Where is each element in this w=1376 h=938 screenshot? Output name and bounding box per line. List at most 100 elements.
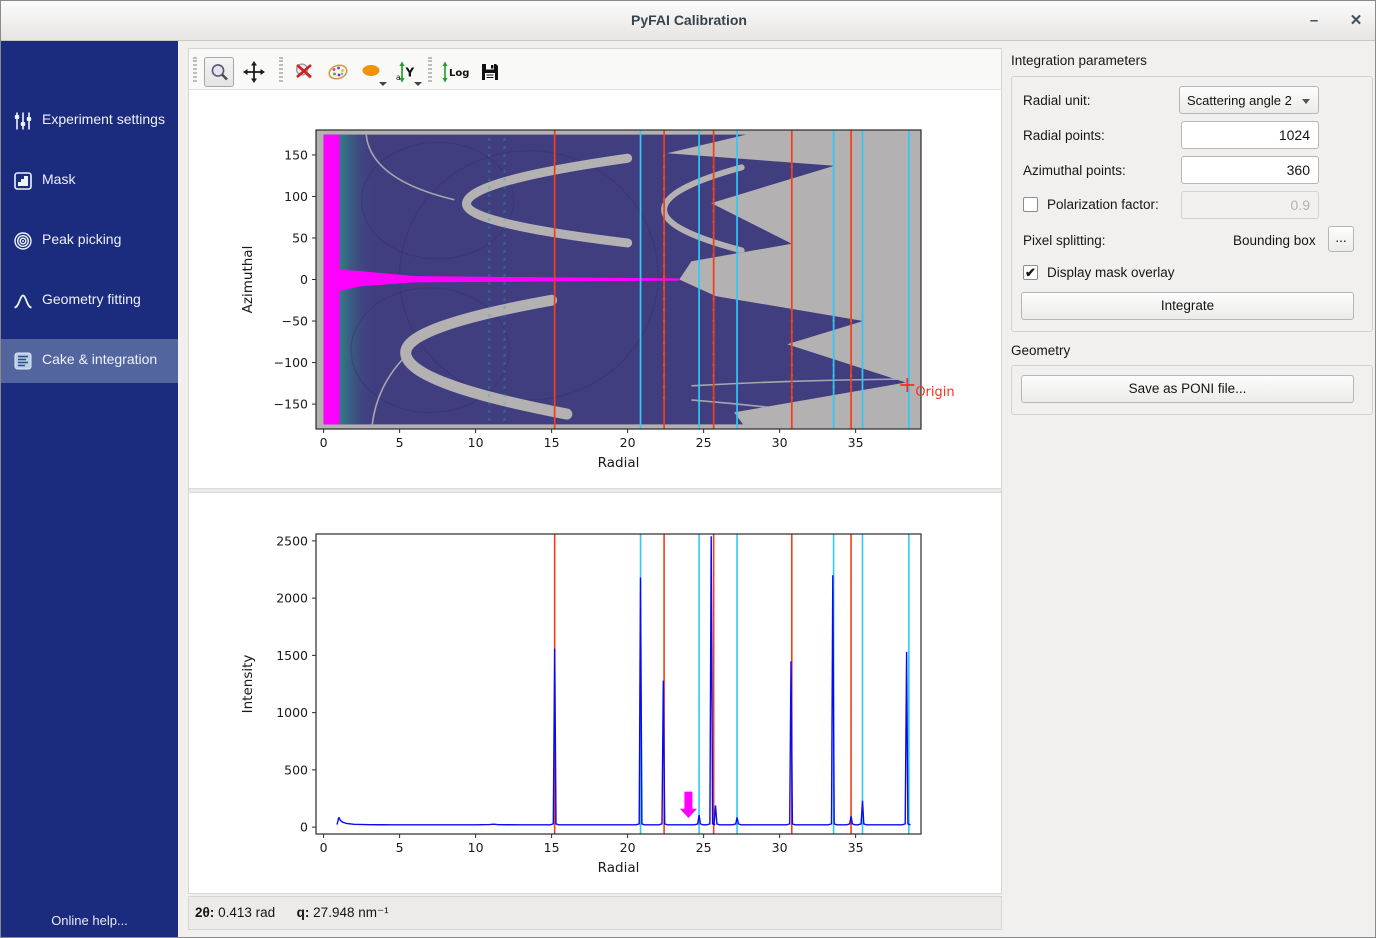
minimize-button[interactable]: – <box>1301 9 1327 33</box>
x-tick-label: 5 <box>396 435 404 450</box>
integrate-button[interactable]: Integrate <box>1021 292 1354 320</box>
sidebar-item-label: Experiment settings <box>42 111 165 127</box>
log-scale-icon: Log <box>441 60 469 84</box>
x-tick-label: 35 <box>848 840 864 855</box>
log-scale-button[interactable]: Log <box>438 57 468 87</box>
colormap-button[interactable] <box>323 57 353 87</box>
toolbar-separator <box>279 57 283 82</box>
y-tick-label: 100 <box>284 189 308 204</box>
cake-integration-icon <box>12 350 34 372</box>
ellipse-icon <box>360 60 384 84</box>
polarization-label: Polarization factor: <box>1047 197 1159 212</box>
integration-parameters-title: Integration parameters <box>1011 53 1147 68</box>
polarization-checkbox[interactable] <box>1023 197 1038 212</box>
x-tick-label: 10 <box>468 840 484 855</box>
mask-icon <box>12 170 34 192</box>
x-tick-label: 15 <box>544 435 560 450</box>
intensity-curve <box>337 536 910 825</box>
y-tick-label: −100 <box>274 355 308 370</box>
pixel-splitting-label: Pixel splitting: <box>1023 233 1106 248</box>
svg-text:a: a <box>396 73 401 82</box>
y-axis-options-button[interactable]: Y a <box>392 57 422 87</box>
mask-overlay-checkbox[interactable]: ✔ <box>1023 265 1038 280</box>
azimuthal-points-input[interactable] <box>1181 156 1319 184</box>
y-axis-label: Intensity <box>240 655 256 714</box>
radial-unit-select[interactable]: Scattering angle 2 <box>1179 86 1319 114</box>
two-theta-value: 0.413 rad <box>218 905 275 920</box>
sidebar-item-peak-picking[interactable]: Peak picking <box>1 219 178 263</box>
floppy-disk-icon <box>478 60 502 84</box>
x-tick-label: 0 <box>320 435 328 450</box>
chevron-down-icon <box>1302 99 1310 104</box>
sidebar-item-label: Geometry fitting <box>42 291 141 307</box>
status-bar: 2θ: 0.413 rad q: 27.948 nm⁻¹ <box>188 896 1002 930</box>
target-rings-icon <box>12 230 34 252</box>
y-axis-label: Azimuthal <box>240 246 256 314</box>
origin-label: Origin <box>915 385 954 400</box>
x-tick-label: 25 <box>696 435 712 450</box>
checkmark: ✔ <box>1025 265 1036 280</box>
application-window: PyFAI Calibration – ✕ Experiment setting… <box>0 0 1376 938</box>
radial-points-label: Radial points: <box>1023 128 1105 143</box>
y-tick-label: −150 <box>274 397 308 412</box>
radial-unit-label: Radial unit: <box>1023 93 1091 108</box>
magnifier-x-icon <box>292 60 316 84</box>
sidebar-item-cake-integration[interactable]: Cake & integration <box>1 339 178 383</box>
geometry-title: Geometry <box>1011 343 1070 358</box>
sidebar-item-label: Mask <box>42 171 75 187</box>
axes-frame <box>316 534 921 834</box>
pan-mode-button[interactable] <box>239 57 269 87</box>
window-title: PyFAI Calibration <box>1 12 1376 28</box>
plot-splitter[interactable] <box>189 488 1001 493</box>
y-tick-label: 1000 <box>276 705 308 720</box>
magnifier-icon <box>208 61 232 85</box>
x-tick-label: 35 <box>848 435 864 450</box>
x-tick-label: 30 <box>772 840 788 855</box>
online-help-link[interactable]: Online help... <box>1 913 178 928</box>
y-tick-label: 1500 <box>276 648 308 663</box>
sidebar-item-experiment-settings[interactable]: Experiment settings <box>1 99 178 143</box>
sidebar-item-geometry-fitting[interactable]: Geometry fitting <box>1 279 178 323</box>
palette-icon <box>326 60 350 84</box>
two-theta-label: 2θ: <box>195 905 214 920</box>
pixel-splitting-more-button[interactable]: ... <box>1328 226 1354 252</box>
sidebar: Experiment settings Mask Peak picking <box>1 41 178 938</box>
save-poni-button[interactable]: Save as PONI file... <box>1021 375 1354 403</box>
x-tick-label: 30 <box>772 435 788 450</box>
mask-ellipse-tool-button[interactable] <box>357 57 387 87</box>
zoom-mode-button[interactable] <box>204 57 234 87</box>
cake-plot[interactable]: 05101520253035150100500−50−100−150Radial… <box>236 119 966 487</box>
pan-arrows-icon <box>242 60 266 84</box>
toolbar-separator <box>428 57 432 82</box>
plot-toolbar: Y a Log <box>189 49 1001 90</box>
integration-plot[interactable]: 0510152025303505001000150020002500Radial… <box>236 521 966 896</box>
q-value: 27.948 nm⁻¹ <box>313 905 388 920</box>
x-tick-label: 15 <box>544 840 560 855</box>
peak-curve-icon <box>12 290 34 312</box>
y-tick-label: 0 <box>300 820 308 835</box>
y-tick-label: −50 <box>282 314 308 329</box>
sliders-icon <box>12 110 34 132</box>
sidebar-item-mask[interactable]: Mask <box>1 159 178 203</box>
pixel-splitting-value: Bounding box <box>1233 233 1316 248</box>
polarization-input <box>1181 191 1319 219</box>
close-button[interactable]: ✕ <box>1343 9 1369 33</box>
zoom-reset-button[interactable] <box>289 57 319 87</box>
x-axis-label: Radial <box>598 860 640 876</box>
mask-overlay-label: Display mask overlay <box>1047 265 1175 280</box>
y-tick-label: 0 <box>300 272 308 287</box>
chevron-down-icon <box>414 82 422 86</box>
svg-text:Y: Y <box>405 66 415 80</box>
x-tick-label: 25 <box>696 840 712 855</box>
x-tick-label: 5 <box>396 840 404 855</box>
y-tick-label: 2500 <box>276 533 308 548</box>
title-bar[interactable]: PyFAI Calibration – ✕ <box>1 1 1376 41</box>
x-tick-label: 20 <box>620 435 636 450</box>
chevron-down-icon <box>379 82 387 86</box>
radial-points-input[interactable] <box>1181 121 1319 149</box>
mask-beamstop-band <box>324 130 340 429</box>
y-axis-icon: Y a <box>395 60 419 84</box>
sidebar-item-label: Cake & integration <box>42 351 157 367</box>
y-tick-label: 50 <box>292 230 308 245</box>
save-figure-button[interactable] <box>475 57 505 87</box>
